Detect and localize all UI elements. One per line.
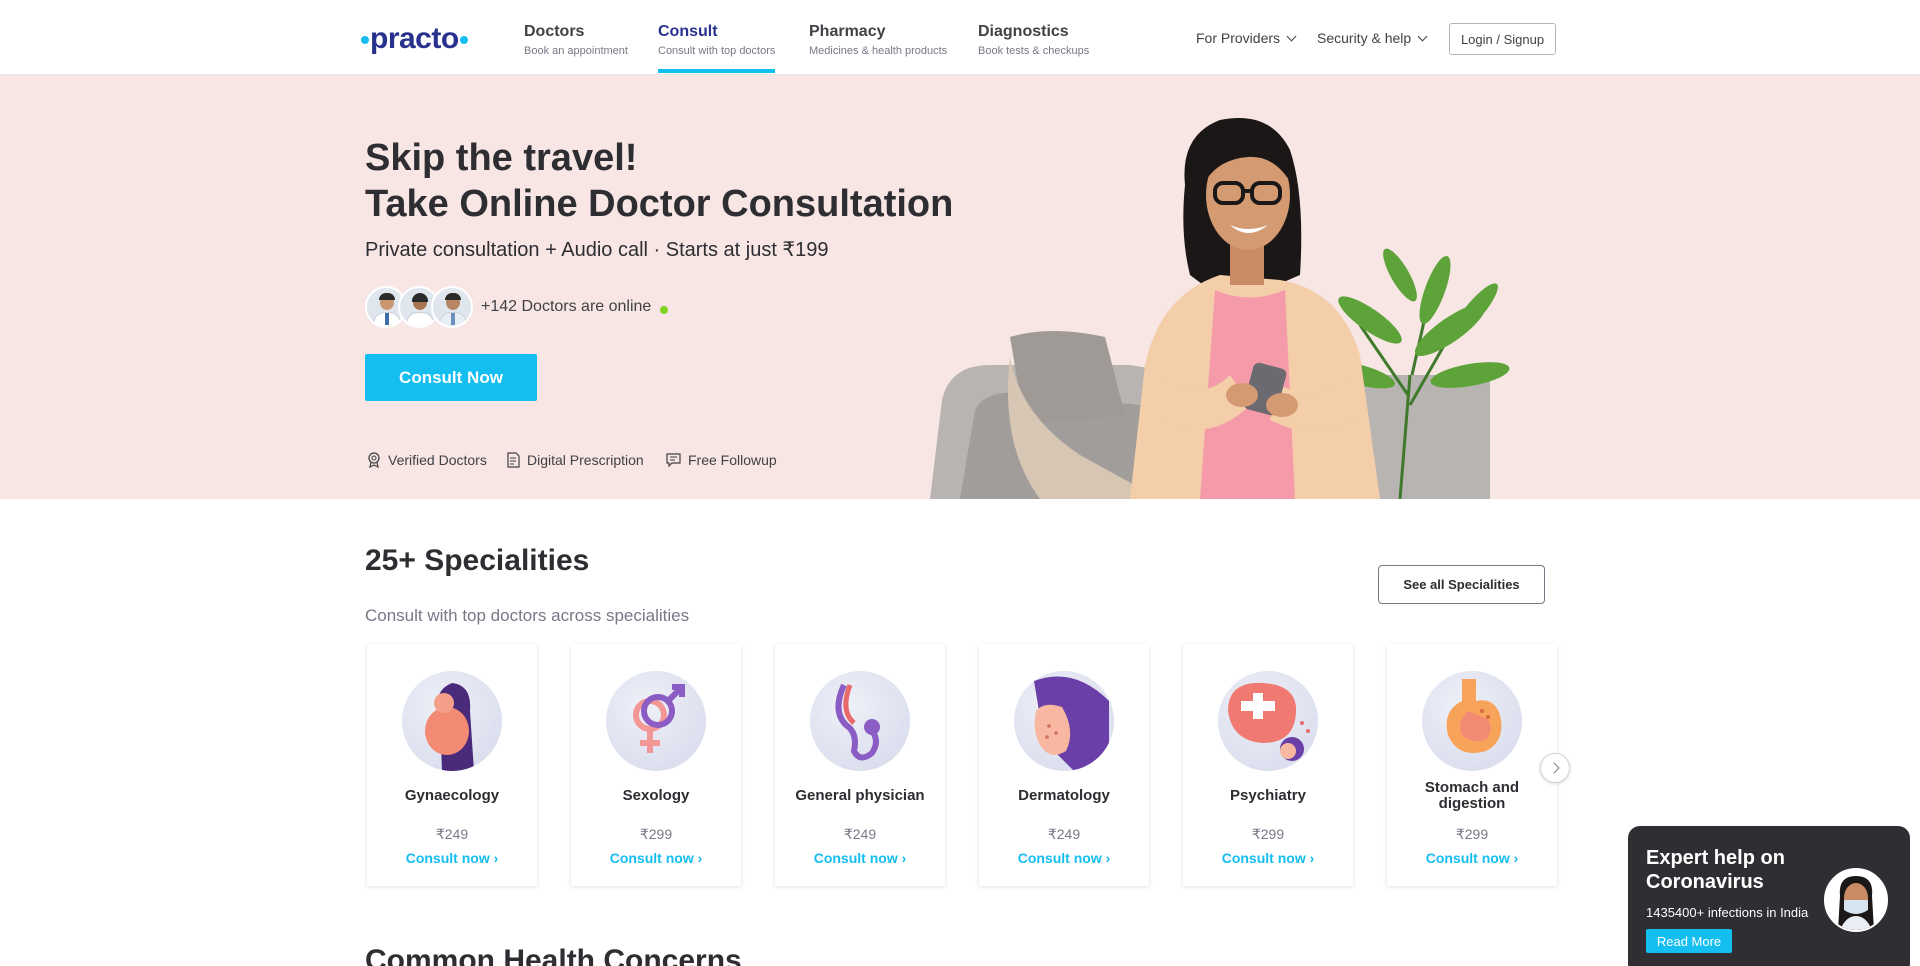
speciality-name: Gynaecology xyxy=(404,787,500,804)
woman-on-phone-illustration xyxy=(930,118,1510,499)
logo-dot-right xyxy=(459,36,468,45)
prescription-icon xyxy=(507,452,520,468)
speciality-name: Psychiatry xyxy=(1230,787,1306,804)
consult-now-link[interactable]: Consult now › xyxy=(775,850,945,866)
consult-now-label: Consult now xyxy=(1425,850,1510,866)
nav-consult-subtitle: Consult with top doctors xyxy=(658,45,776,57)
feature-label: Digital Prescription xyxy=(527,452,644,468)
consult-now-button[interactable]: Consult Now xyxy=(365,354,537,401)
speciality-name: Stomach and digestion xyxy=(1424,779,1520,812)
consult-now-label: Consult now xyxy=(813,850,898,866)
speciality-card-dermatology[interactable]: Dermatology ₹249 Consult now › xyxy=(979,644,1149,886)
logo-dot-left xyxy=(361,36,369,45)
chevron-down-icon xyxy=(1286,31,1297,42)
see-all-specialities-button[interactable]: See all Specialities xyxy=(1378,565,1545,604)
nav-doctors-subtitle: Book an appointment xyxy=(524,45,628,57)
badge-icon xyxy=(368,452,380,468)
nav-consult-title: Consult xyxy=(658,23,718,40)
security-help-label: Security & help xyxy=(1317,30,1412,46)
chevron-right-icon: › xyxy=(493,850,499,866)
for-providers-dropdown[interactable]: For Providers xyxy=(1196,30,1297,46)
nav-pharmacy-title: Pharmacy xyxy=(809,23,886,40)
consult-now-link[interactable]: Consult now › xyxy=(1183,850,1353,866)
for-providers-label: For Providers xyxy=(1196,30,1281,46)
doctor-avatar xyxy=(431,286,473,328)
speciality-name: General physician xyxy=(795,787,925,804)
masked-doctor-avatar xyxy=(1824,868,1888,932)
consult-now-link[interactable]: Consult now › xyxy=(571,850,741,866)
nav-doctors[interactable]: Doctors Book an appointment xyxy=(524,23,628,57)
read-more-button[interactable]: Read More xyxy=(1646,929,1732,953)
chevron-right-icon: › xyxy=(1105,850,1111,866)
feature-digital-prescription: Digital Prescription xyxy=(507,452,644,468)
nav-doctors-title: Doctors xyxy=(524,23,585,40)
coronavirus-help-widget[interactable]: Expert help on Coronavirus 1435400+ infe… xyxy=(1628,826,1910,966)
speciality-price: ₹249 xyxy=(843,826,877,842)
face-skin-icon xyxy=(1014,671,1114,771)
speciality-card-psychiatry[interactable]: Psychiatry ₹299 Consult now › xyxy=(1183,644,1353,886)
consult-now-link[interactable]: Consult now › xyxy=(979,850,1149,866)
hero-headline-1: Skip the travel! xyxy=(365,137,638,179)
stomach-icon xyxy=(1422,671,1522,771)
hero-subtitle: Private consultation + Audio call · Star… xyxy=(365,239,829,261)
consult-now-label: Consult now xyxy=(405,850,490,866)
online-status-dot xyxy=(660,306,668,314)
consult-now-link[interactable]: Consult now › xyxy=(1387,850,1557,866)
security-help-dropdown[interactable]: Security & help xyxy=(1317,30,1428,46)
feature-label: Free Followup xyxy=(688,452,777,468)
online-doctor-avatars xyxy=(365,286,475,328)
speciality-price: ₹299 xyxy=(639,826,673,842)
pregnant-woman-icon xyxy=(402,671,502,771)
speciality-card-stomach-digestion[interactable]: Stomach and digestion ₹299 Consult now › xyxy=(1387,644,1557,886)
feature-free-followup: Free Followup xyxy=(666,452,777,468)
nav-pharmacy-subtitle: Medicines & health products xyxy=(809,45,948,57)
mental-health-icon xyxy=(1218,671,1318,771)
specialities-heading: 25+ Specialities xyxy=(365,544,590,577)
login-signup-button[interactable]: Login / Signup xyxy=(1449,23,1556,55)
common-health-concerns-heading: Common Health Concerns xyxy=(365,944,742,966)
speciality-price: ₹249 xyxy=(1047,826,1081,842)
hero-headline-2: Take Online Doctor Consultation xyxy=(365,183,954,225)
chevron-right-icon: › xyxy=(901,850,907,866)
speciality-card-general-physician[interactable]: General physician ₹249 Consult now › xyxy=(775,644,945,886)
nav-diagnostics-subtitle: Book tests & checkups xyxy=(978,45,1090,57)
speciality-name: Sexology xyxy=(622,787,690,804)
chevron-right-icon: › xyxy=(1513,850,1519,866)
nav-consult[interactable]: Consult Consult with top doctors xyxy=(658,23,776,73)
gender-symbols-icon xyxy=(606,671,706,771)
stethoscope-icon xyxy=(810,671,910,771)
chat-icon xyxy=(666,453,681,467)
consult-now-label: Consult now xyxy=(609,850,694,866)
feature-verified-doctors: Verified Doctors xyxy=(367,452,487,468)
doctors-online-text: +142 Doctors are online xyxy=(481,298,652,315)
chevron-down-icon xyxy=(1417,31,1428,42)
speciality-price: ₹299 xyxy=(1455,826,1489,842)
feature-label: Verified Doctors xyxy=(388,452,487,468)
speciality-name: Dermatology xyxy=(1018,787,1110,804)
carousel-next-button[interactable] xyxy=(1540,753,1570,783)
practo-logo[interactable]: practo xyxy=(360,22,469,56)
chevron-right-icon: › xyxy=(1309,850,1315,866)
covid-infections-stat: 1435400+ infections in India xyxy=(1646,905,1809,920)
nav-diagnostics-title: Diagnostics xyxy=(978,23,1069,40)
specialities-subtitle: Consult with top doctors across speciali… xyxy=(365,606,690,625)
speciality-price: ₹249 xyxy=(435,826,469,842)
speciality-card-gynaecology[interactable]: Gynaecology ₹249 Consult now › xyxy=(367,644,537,886)
nav-diagnostics[interactable]: Diagnostics Book tests & checkups xyxy=(978,23,1089,57)
chevron-right-icon: › xyxy=(697,850,703,866)
consult-now-label: Consult now xyxy=(1221,850,1306,866)
speciality-card-sexology[interactable]: Sexology ₹299 Consult now › xyxy=(571,644,741,886)
hero-banner: Skip the travel! Take Online Doctor Cons… xyxy=(0,75,1920,499)
logo-text: practo xyxy=(370,22,459,55)
speciality-price: ₹299 xyxy=(1251,826,1285,842)
top-navbar: practo Doctors Book an appointment Consu… xyxy=(0,0,1920,75)
consult-now-label: Consult now xyxy=(1017,850,1102,866)
covid-widget-title: Expert help on Coronavirus xyxy=(1646,847,1785,893)
nav-pharmacy[interactable]: Pharmacy Medicines & health products xyxy=(809,23,947,57)
consult-now-link[interactable]: Consult now › xyxy=(367,850,537,866)
